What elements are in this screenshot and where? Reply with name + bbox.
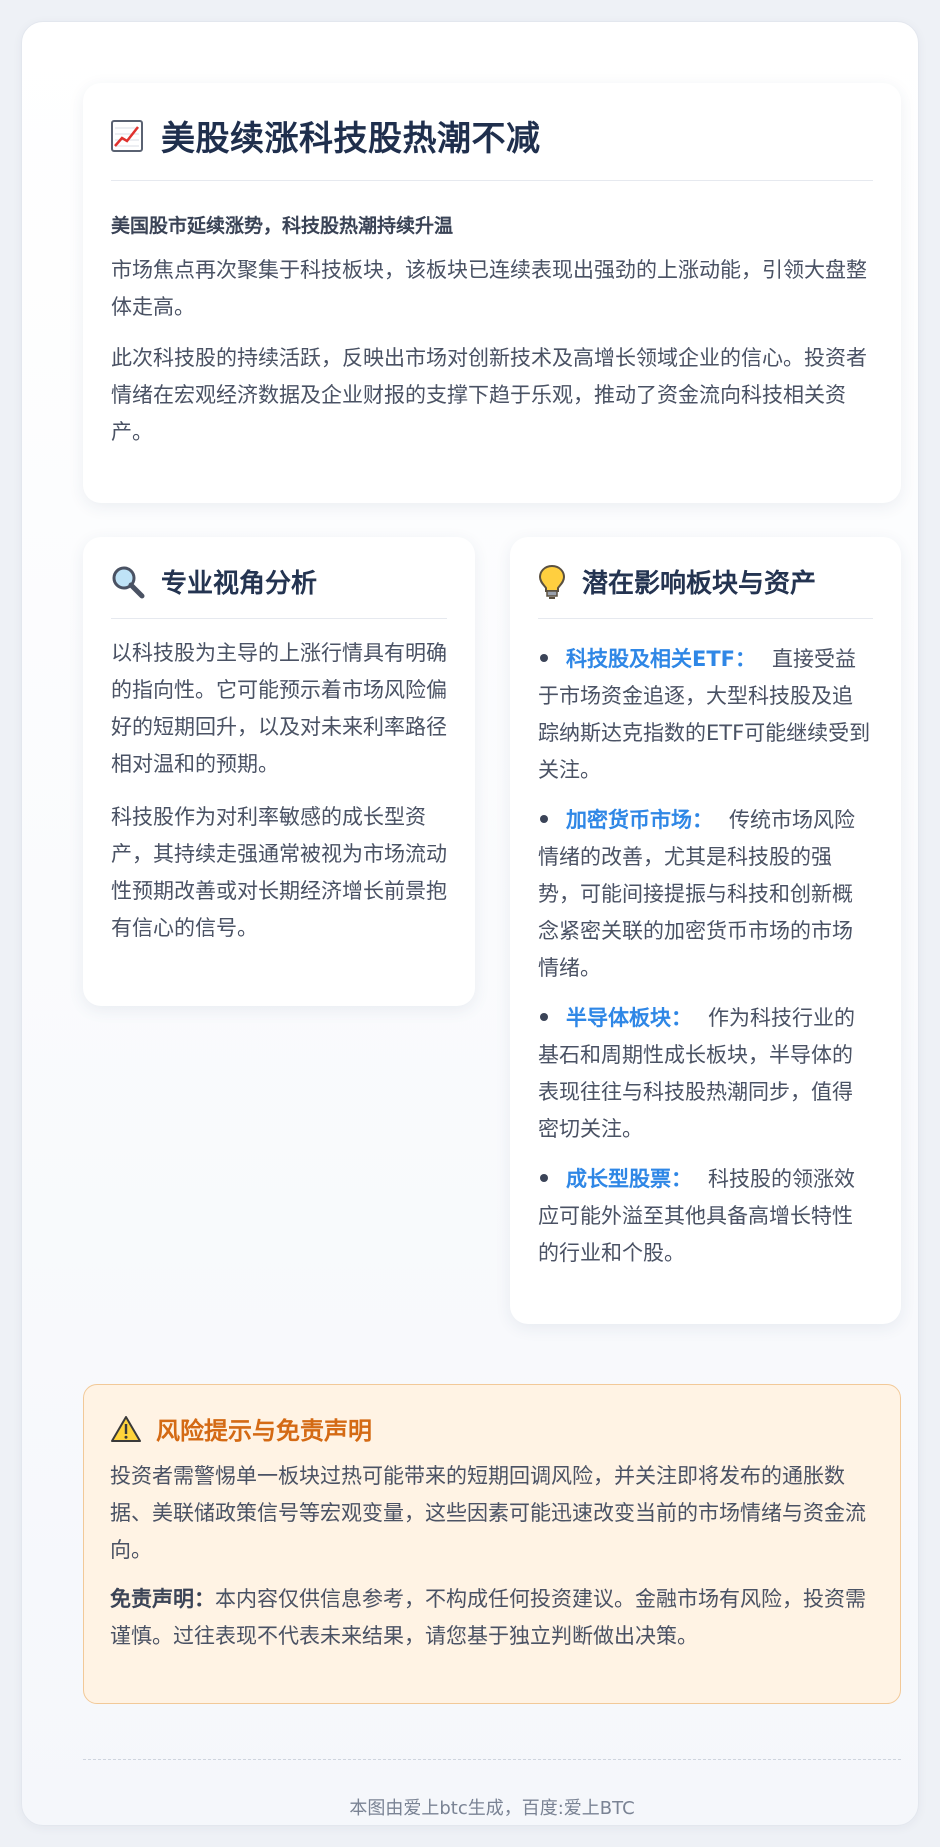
impact-item-text: 传统市场风险情绪的改善，尤其是科技股的强势，可能间接提振与科技和创新概念紧密关联… <box>538 808 855 980</box>
impact-title-row: 潜在影响板块与资产 <box>538 563 873 619</box>
magnifier-icon <box>111 565 145 599</box>
analysis-card: 专业视角分析 以科技股为主导的上涨行情具有明确的指向性。它可能预示着市场风险偏好… <box>83 537 475 1006</box>
disclaimer-paragraph: 免责声明：本内容仅供信息参考，不构成任何投资建议。金融市场有风险，投资需谨慎。过… <box>110 1581 874 1655</box>
headline-card: 美股续涨科技股热潮不减 美国股市延续涨势，科技股热潮持续升温 市场焦点再次聚集于… <box>83 83 901 503</box>
risk-title-row: 风险提示与免责声明 <box>110 1411 874 1446</box>
impact-item-label: 加密货币市场： <box>566 808 713 832</box>
list-item: 加密货币市场： 传统市场风险情绪的改善，尤其是科技股的强势，可能间接提振与科技和创… <box>538 802 873 987</box>
headline-paragraph: 此次科技股的持续活跃，反映出市场对创新技术及高增长领域企业的信心。投资者情绪在宏… <box>111 346 867 444</box>
impact-list: 科技股及相关ETF： 直接受益于市场资金追逐，大型科技股及追踪纳斯达克指数的ETF… <box>538 641 873 1272</box>
analysis-title-row: 专业视角分析 <box>111 563 447 619</box>
bullet-icon <box>540 815 548 823</box>
chart-increasing-icon <box>111 119 143 152</box>
lightbulb-icon <box>538 564 566 600</box>
list-item: 科技股及相关ETF： 直接受益于市场资金追逐，大型科技股及追踪纳斯达克指数的ETF… <box>538 641 873 789</box>
impact-item-label: 科技股及相关ETF： <box>566 647 757 671</box>
disclaimer-label: 免责声明： <box>110 1587 215 1611</box>
page-title: 美股续涨科技股热潮不减 <box>161 119 541 159</box>
impact-item-label: 成长型股票： <box>566 1167 692 1191</box>
headline-subhead: 美国股市延续涨势，科技股热潮持续升温 <box>111 215 454 237</box>
list-item: 成长型股票： 科技股的领涨效应可能外溢至其他具备高增长特性的行业和个股。 <box>538 1161 873 1272</box>
risk-box: 风险提示与免责声明 投资者需警惕单一板块过热可能带来的短期回调风险，并关注即将发… <box>83 1384 901 1704</box>
bullet-icon <box>540 654 548 662</box>
risk-paragraph: 投资者需警惕单一板块过热可能带来的短期回调风险，并关注即将发布的通胀数据、美联储… <box>110 1464 866 1562</box>
disclaimer-text: 本内容仅供信息参考，不构成任何投资建议。金融市场有风险，投资需谨慎。过往表现不代… <box>110 1587 866 1648</box>
analysis-title: 专业视角分析 <box>161 569 318 599</box>
analysis-paragraph: 科技股作为对利率敏感的成长型资产，其持续走强通常被视为市场流动性预期改善或对长期… <box>111 805 447 940</box>
analysis-paragraph: 以科技股为主导的上涨行情具有明确的指向性。它可能预示着市场风险偏好的短期回升，以… <box>111 641 447 776</box>
list-item: 半导体板块： 作为科技行业的基石和周期性成长板块，半导体的表现往往与科技股热潮同步… <box>538 1000 873 1148</box>
impact-item-label: 半导体板块： <box>566 1006 692 1030</box>
page-container: 美股续涨科技股热潮不减 美国股市延续涨势，科技股热潮持续升温 市场焦点再次聚集于… <box>21 21 919 1826</box>
impact-title: 潜在影响板块与资产 <box>582 569 817 599</box>
risk-title: 风险提示与免责声明 <box>156 1417 372 1445</box>
bullet-icon <box>540 1174 548 1182</box>
bullet-icon <box>540 1013 548 1021</box>
impact-card: 潜在影响板块与资产 科技股及相关ETF： 直接受益于市场资金追逐，大型科技股及追踪… <box>510 537 901 1324</box>
headline-paragraph: 市场焦点再次聚集于科技板块，该板块已连续表现出强劲的上涨动能，引领大盘整体走高。 <box>111 258 867 319</box>
warning-icon <box>110 1415 142 1443</box>
headline-title-row: 美股续涨科技股热潮不减 <box>111 111 873 181</box>
footer-credit: 本图由爱上btc生成，百度:爱上BTC <box>83 1759 901 1829</box>
